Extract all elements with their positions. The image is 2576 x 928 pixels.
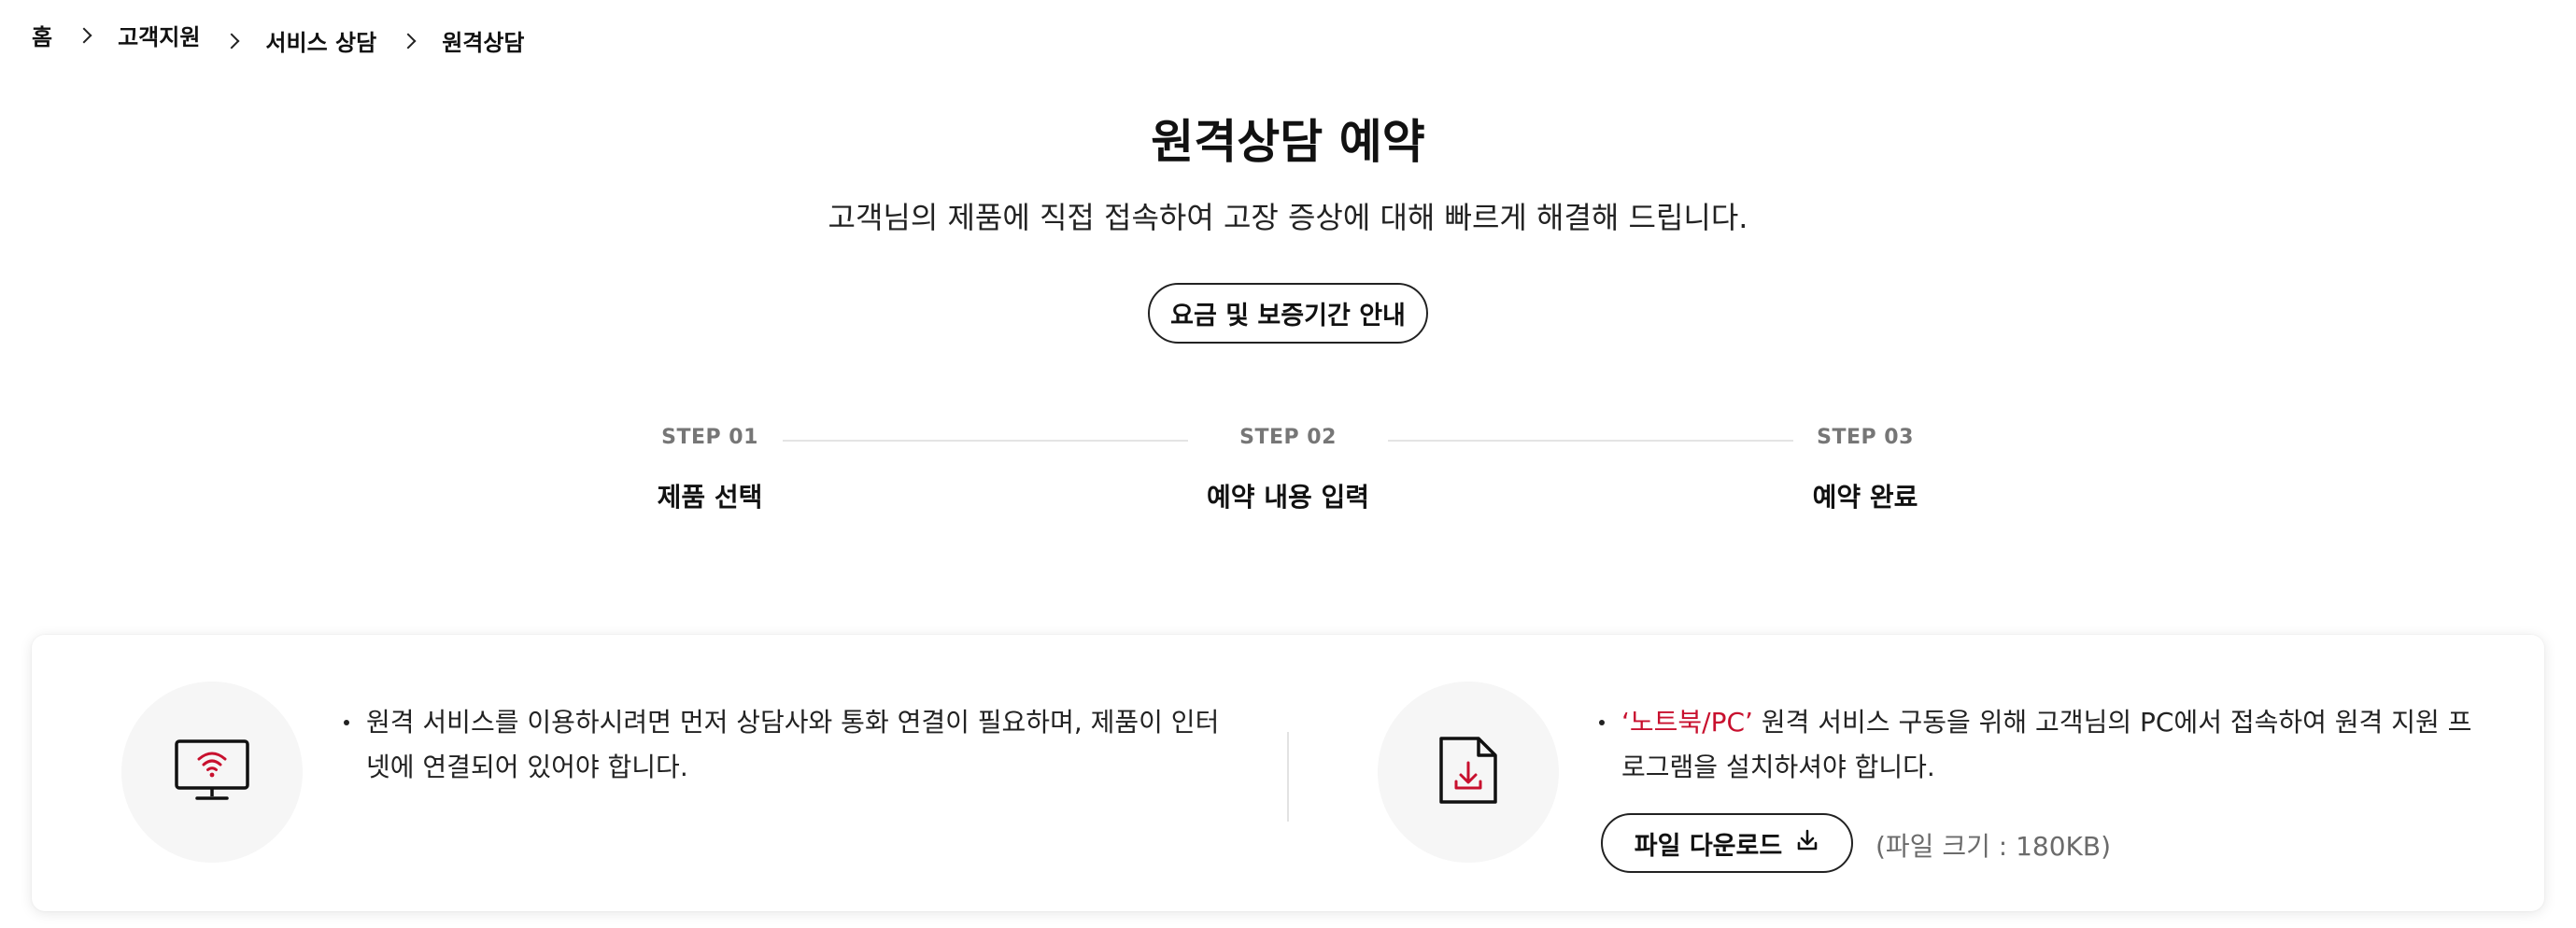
step-label: 예약 완료 xyxy=(1812,482,1918,513)
icon-circle xyxy=(1378,682,1559,863)
file-size-label: (파일 크기 : 180KB) xyxy=(1875,831,2112,862)
step-number: STEP 01 xyxy=(661,426,758,449)
chevron-right-icon xyxy=(220,29,245,53)
file-download-button[interactable]: 파일 다운로드 xyxy=(1601,813,1853,873)
remote-notice-card: 원격 서비스를 이용하시려면 먼저 상담사와 통화 연결이 필요하며, 제품이 … xyxy=(32,635,2544,911)
monitor-wifi-icon xyxy=(174,738,250,806)
download-button-label: 파일 다운로드 xyxy=(1634,831,1783,861)
breadcrumb-remote-consult: 원격상담 xyxy=(442,30,525,56)
step-label: 예약 내용 입력 xyxy=(1206,482,1370,513)
fee-warranty-info-button[interactable]: 요금 및 보증기간 안내 xyxy=(1148,283,1428,344)
breadcrumb-service-consult[interactable]: 서비스 상담 xyxy=(265,24,376,57)
step-3: STEP 03 예약 완료 xyxy=(1716,426,2015,514)
page-title: 원격상담 예약 xyxy=(1151,115,1425,169)
breadcrumb-tail: 서비스 상담 원격상담 xyxy=(200,24,524,57)
remote-requirement-text: 원격 서비스를 이용하시려면 먼저 상담사와 통화 연결이 필요하며, 제품이 … xyxy=(344,700,1240,790)
breadcrumb-home[interactable]: 홈 xyxy=(32,19,52,51)
card-divider xyxy=(1287,732,1289,822)
breadcrumb: 홈 고객지원 서비스 상담 원격상담 xyxy=(32,13,525,57)
device-highlight: ‘노트북/PC’ xyxy=(1621,707,1753,738)
step-number: STEP 02 xyxy=(1239,426,1337,449)
download-icon xyxy=(1795,828,1819,859)
page-subtitle: 고객님의 제품에 직접 접속하여 고장 증상에 대해 빠르게 해결해 드립니다. xyxy=(828,200,1748,235)
step-label: 제품 선택 xyxy=(657,482,763,513)
program-install-text: ‘노트북/PC’ 원격 서비스 구동을 위해 고객님의 PC에서 접속하여 원격… xyxy=(1599,700,2486,790)
chevron-right-icon xyxy=(397,29,421,53)
file-download-icon xyxy=(1437,735,1499,809)
step-number: STEP 03 xyxy=(1817,426,1914,449)
chevron-right-icon xyxy=(73,23,97,48)
step-1: STEP 01 제품 선택 xyxy=(560,426,859,514)
step-2: STEP 02 예약 내용 입력 xyxy=(1139,426,1437,514)
icon-circle xyxy=(121,682,303,863)
page: 홈 고객지원 서비스 상담 원격상담 원격상담 예약 고객님의 제품에 직접 접… xyxy=(0,0,2576,928)
breadcrumb-support[interactable]: 고객지원 xyxy=(118,19,200,51)
